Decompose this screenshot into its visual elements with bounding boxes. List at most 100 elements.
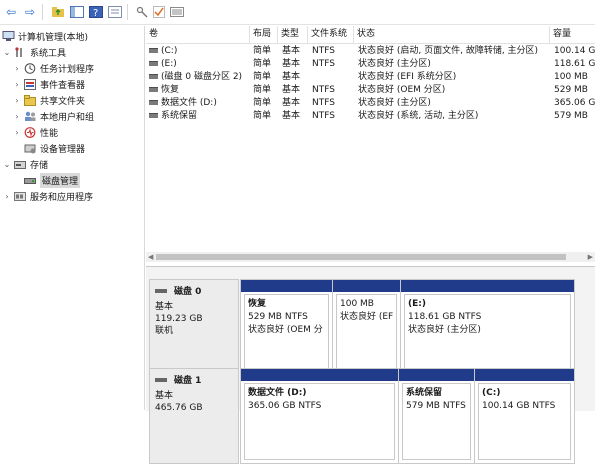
volume-icon bbox=[149, 100, 158, 105]
chevron-right-icon[interactable]: › bbox=[12, 128, 22, 137]
table-row[interactable]: (C:) 简单 基本 NTFS 状态良好 (启动, 页面文件, 故障转储, 主分… bbox=[146, 45, 595, 58]
clock-icon bbox=[24, 62, 37, 74]
tree-label: 事件查看器 bbox=[40, 80, 86, 91]
column-header-status[interactable]: 状态 bbox=[354, 26, 550, 43]
storage-icon bbox=[14, 159, 27, 170]
chevron-right-icon[interactable]: › bbox=[12, 112, 22, 121]
disk-1-info[interactable]: 磁盘 1 基本 465.76 GB bbox=[149, 368, 239, 464]
table-row[interactable]: (磁盘 0 磁盘分区 2) 简单 基本 状态良好 (EFI 系统分区) 100 … bbox=[146, 71, 595, 84]
volume-cell: (磁盘 0 磁盘分区 2) bbox=[149, 71, 249, 84]
partition-efi[interactable]: 100 MB 状态良好 (EF bbox=[333, 280, 401, 374]
disk-icon bbox=[155, 288, 167, 293]
console-tree-icon[interactable] bbox=[69, 3, 85, 21]
partition-title: (C:) bbox=[482, 388, 501, 398]
tree-item-local-users[interactable]: › 本地用户和组 bbox=[12, 108, 94, 124]
partition-d[interactable]: 数据文件 (D:) 365.06 GB NTFS bbox=[241, 369, 399, 463]
partition-body: (E:) 118.61 GB NTFS 状态良好 (主分区) bbox=[404, 294, 571, 371]
table-row[interactable]: 系统保留 简单 基本 NTFS 状态良好 (系统, 活动, 主分区) 579 M… bbox=[146, 110, 595, 123]
partition-bar bbox=[475, 369, 574, 381]
table-row[interactable]: (E:) 简单 基本 NTFS 状态良好 (主分区) 118.61 G bbox=[146, 58, 595, 71]
partition-size: 100.14 GB NTFS bbox=[482, 401, 556, 411]
partition-bar bbox=[241, 280, 332, 292]
tree-label: 性能 bbox=[40, 128, 59, 139]
tree-label: 服务和应用程序 bbox=[30, 192, 94, 203]
disk-0-info[interactable]: 磁盘 0 基本 119.23 GB 联机 bbox=[149, 279, 239, 375]
status-cell: 状态良好 (EFI 系统分区) bbox=[358, 72, 457, 82]
properties-icon[interactable] bbox=[107, 3, 123, 21]
partition-size: 365.06 GB NTFS bbox=[248, 401, 322, 411]
volume-cell: (E:) bbox=[149, 58, 249, 71]
volume-name: 数据文件 (D:) bbox=[161, 98, 217, 108]
type-cell: 基本 bbox=[282, 98, 301, 108]
table-row[interactable]: 恢复 简单 基本 NTFS 状态良好 (OEM 分区) 529 MB bbox=[146, 84, 595, 97]
volume-name: 恢复 bbox=[161, 85, 180, 95]
forward-arrow-icon[interactable]: ⇨ bbox=[22, 3, 38, 21]
volume-icon bbox=[149, 113, 158, 118]
console-tree: 计算机管理(本地) ⌄ 系统工具 › 任务计划程序 › 事件查看器 › 共享文件… bbox=[0, 26, 145, 410]
chevron-right-icon[interactable]: › bbox=[12, 96, 22, 105]
list-view-icon[interactable] bbox=[169, 3, 185, 21]
chevron-right-icon[interactable]: › bbox=[12, 64, 22, 73]
chevron-right-icon[interactable]: › bbox=[12, 80, 22, 89]
device-manager-icon bbox=[24, 143, 37, 154]
partition-status: 状态良好 (EF bbox=[340, 312, 393, 322]
toolbar-separator bbox=[127, 4, 128, 20]
up-folder-icon[interactable] bbox=[50, 3, 66, 21]
check-icon[interactable] bbox=[152, 3, 166, 21]
tree-item-disk-management[interactable]: 磁盘管理 bbox=[22, 172, 81, 188]
chevron-down-icon[interactable]: ⌄ bbox=[2, 48, 12, 57]
performance-icon bbox=[24, 126, 37, 138]
tree-item-task-scheduler[interactable]: › 任务计划程序 bbox=[12, 60, 94, 76]
key-icon[interactable] bbox=[135, 3, 149, 21]
partition-e[interactable]: (E:) 118.61 GB NTFS 状态良好 (主分区) bbox=[401, 280, 574, 374]
volume-name: (E:) bbox=[161, 59, 177, 69]
table-row[interactable]: 数据文件 (D:) 简单 基本 NTFS 状态良好 (主分区) 365.06 G bbox=[146, 97, 595, 110]
back-arrow-icon[interactable]: ⇦ bbox=[3, 3, 19, 21]
disk-icon bbox=[155, 377, 167, 382]
volume-list: 卷 布局 类型 文件系统 状态 容量 (C:) 简单 基本 NTFS 状态良好 … bbox=[146, 26, 595, 264]
tree-item-services[interactable]: › 服务和应用程序 bbox=[2, 188, 93, 204]
disk-name: 磁盘 0 bbox=[174, 287, 202, 297]
tree-item-system-tools[interactable]: ⌄ 系统工具 bbox=[2, 44, 66, 60]
partition-c[interactable]: (C:) 100.14 GB NTFS bbox=[475, 369, 574, 463]
layout-cell: 简单 bbox=[253, 111, 272, 121]
partition-recovery[interactable]: 恢复 529 MB NTFS 状态良好 (OEM 分 bbox=[241, 280, 333, 374]
partition-body: 系统保留 579 MB NTFS bbox=[402, 383, 471, 460]
status-cell: 状态良好 (主分区) bbox=[358, 98, 431, 108]
filesystem-cell: NTFS bbox=[312, 85, 335, 95]
column-header-layout[interactable]: 布局 bbox=[250, 26, 278, 43]
tree-item-storage[interactable]: ⌄ 存储 bbox=[2, 156, 48, 172]
capacity-cell: 100.14 G bbox=[554, 46, 595, 56]
help-icon[interactable]: ? bbox=[88, 3, 104, 21]
scroll-right-icon[interactable]: ▶ bbox=[588, 252, 593, 262]
partition-bar bbox=[399, 369, 474, 381]
tree-item-device-manager[interactable]: 设备管理器 bbox=[22, 140, 85, 156]
partition-body: 100 MB 状态良好 (EF bbox=[336, 294, 397, 371]
column-header-filesystem[interactable]: 文件系统 bbox=[308, 26, 354, 43]
scrollbar-thumb[interactable] bbox=[156, 254, 566, 260]
toolbar-separator bbox=[42, 4, 43, 20]
disk-state: 联机 bbox=[155, 326, 174, 336]
disk-0-partitions: 恢复 529 MB NTFS 状态良好 (OEM 分 100 MB 状态良好 (… bbox=[240, 279, 575, 375]
scroll-left-icon[interactable]: ◀ bbox=[148, 252, 153, 262]
partition-system-reserved[interactable]: 系统保留 579 MB NTFS bbox=[399, 369, 475, 463]
tree-item-performance[interactable]: › 性能 bbox=[12, 124, 58, 140]
tree-root[interactable]: 计算机管理(本地) bbox=[0, 28, 88, 44]
column-header-type[interactable]: 类型 bbox=[278, 26, 308, 43]
column-header-volume[interactable]: 卷 bbox=[146, 26, 250, 43]
chevron-down-icon[interactable]: ⌄ bbox=[2, 160, 12, 169]
volume-icon bbox=[149, 74, 158, 79]
chevron-right-icon[interactable]: › bbox=[2, 192, 12, 201]
volume-list-header: 卷 布局 类型 文件系统 状态 容量 bbox=[146, 26, 595, 44]
partition-size: 579 MB NTFS bbox=[406, 401, 466, 411]
layout-cell: 简单 bbox=[253, 59, 272, 69]
horizontal-scrollbar[interactable]: ◀ ▶ bbox=[146, 252, 595, 262]
tree-item-shared-folders[interactable]: › 共享文件夹 bbox=[12, 92, 85, 108]
capacity-cell: 365.06 G bbox=[554, 98, 595, 108]
computer-icon bbox=[2, 30, 15, 42]
tree-item-event-viewer[interactable]: › 事件查看器 bbox=[12, 76, 85, 92]
volume-cell: 数据文件 (D:) bbox=[149, 97, 249, 110]
partition-title: (E:) bbox=[408, 299, 426, 309]
status-cell: 状态良好 (系统, 活动, 主分区) bbox=[358, 111, 479, 121]
column-header-capacity[interactable]: 容量 bbox=[550, 26, 595, 43]
